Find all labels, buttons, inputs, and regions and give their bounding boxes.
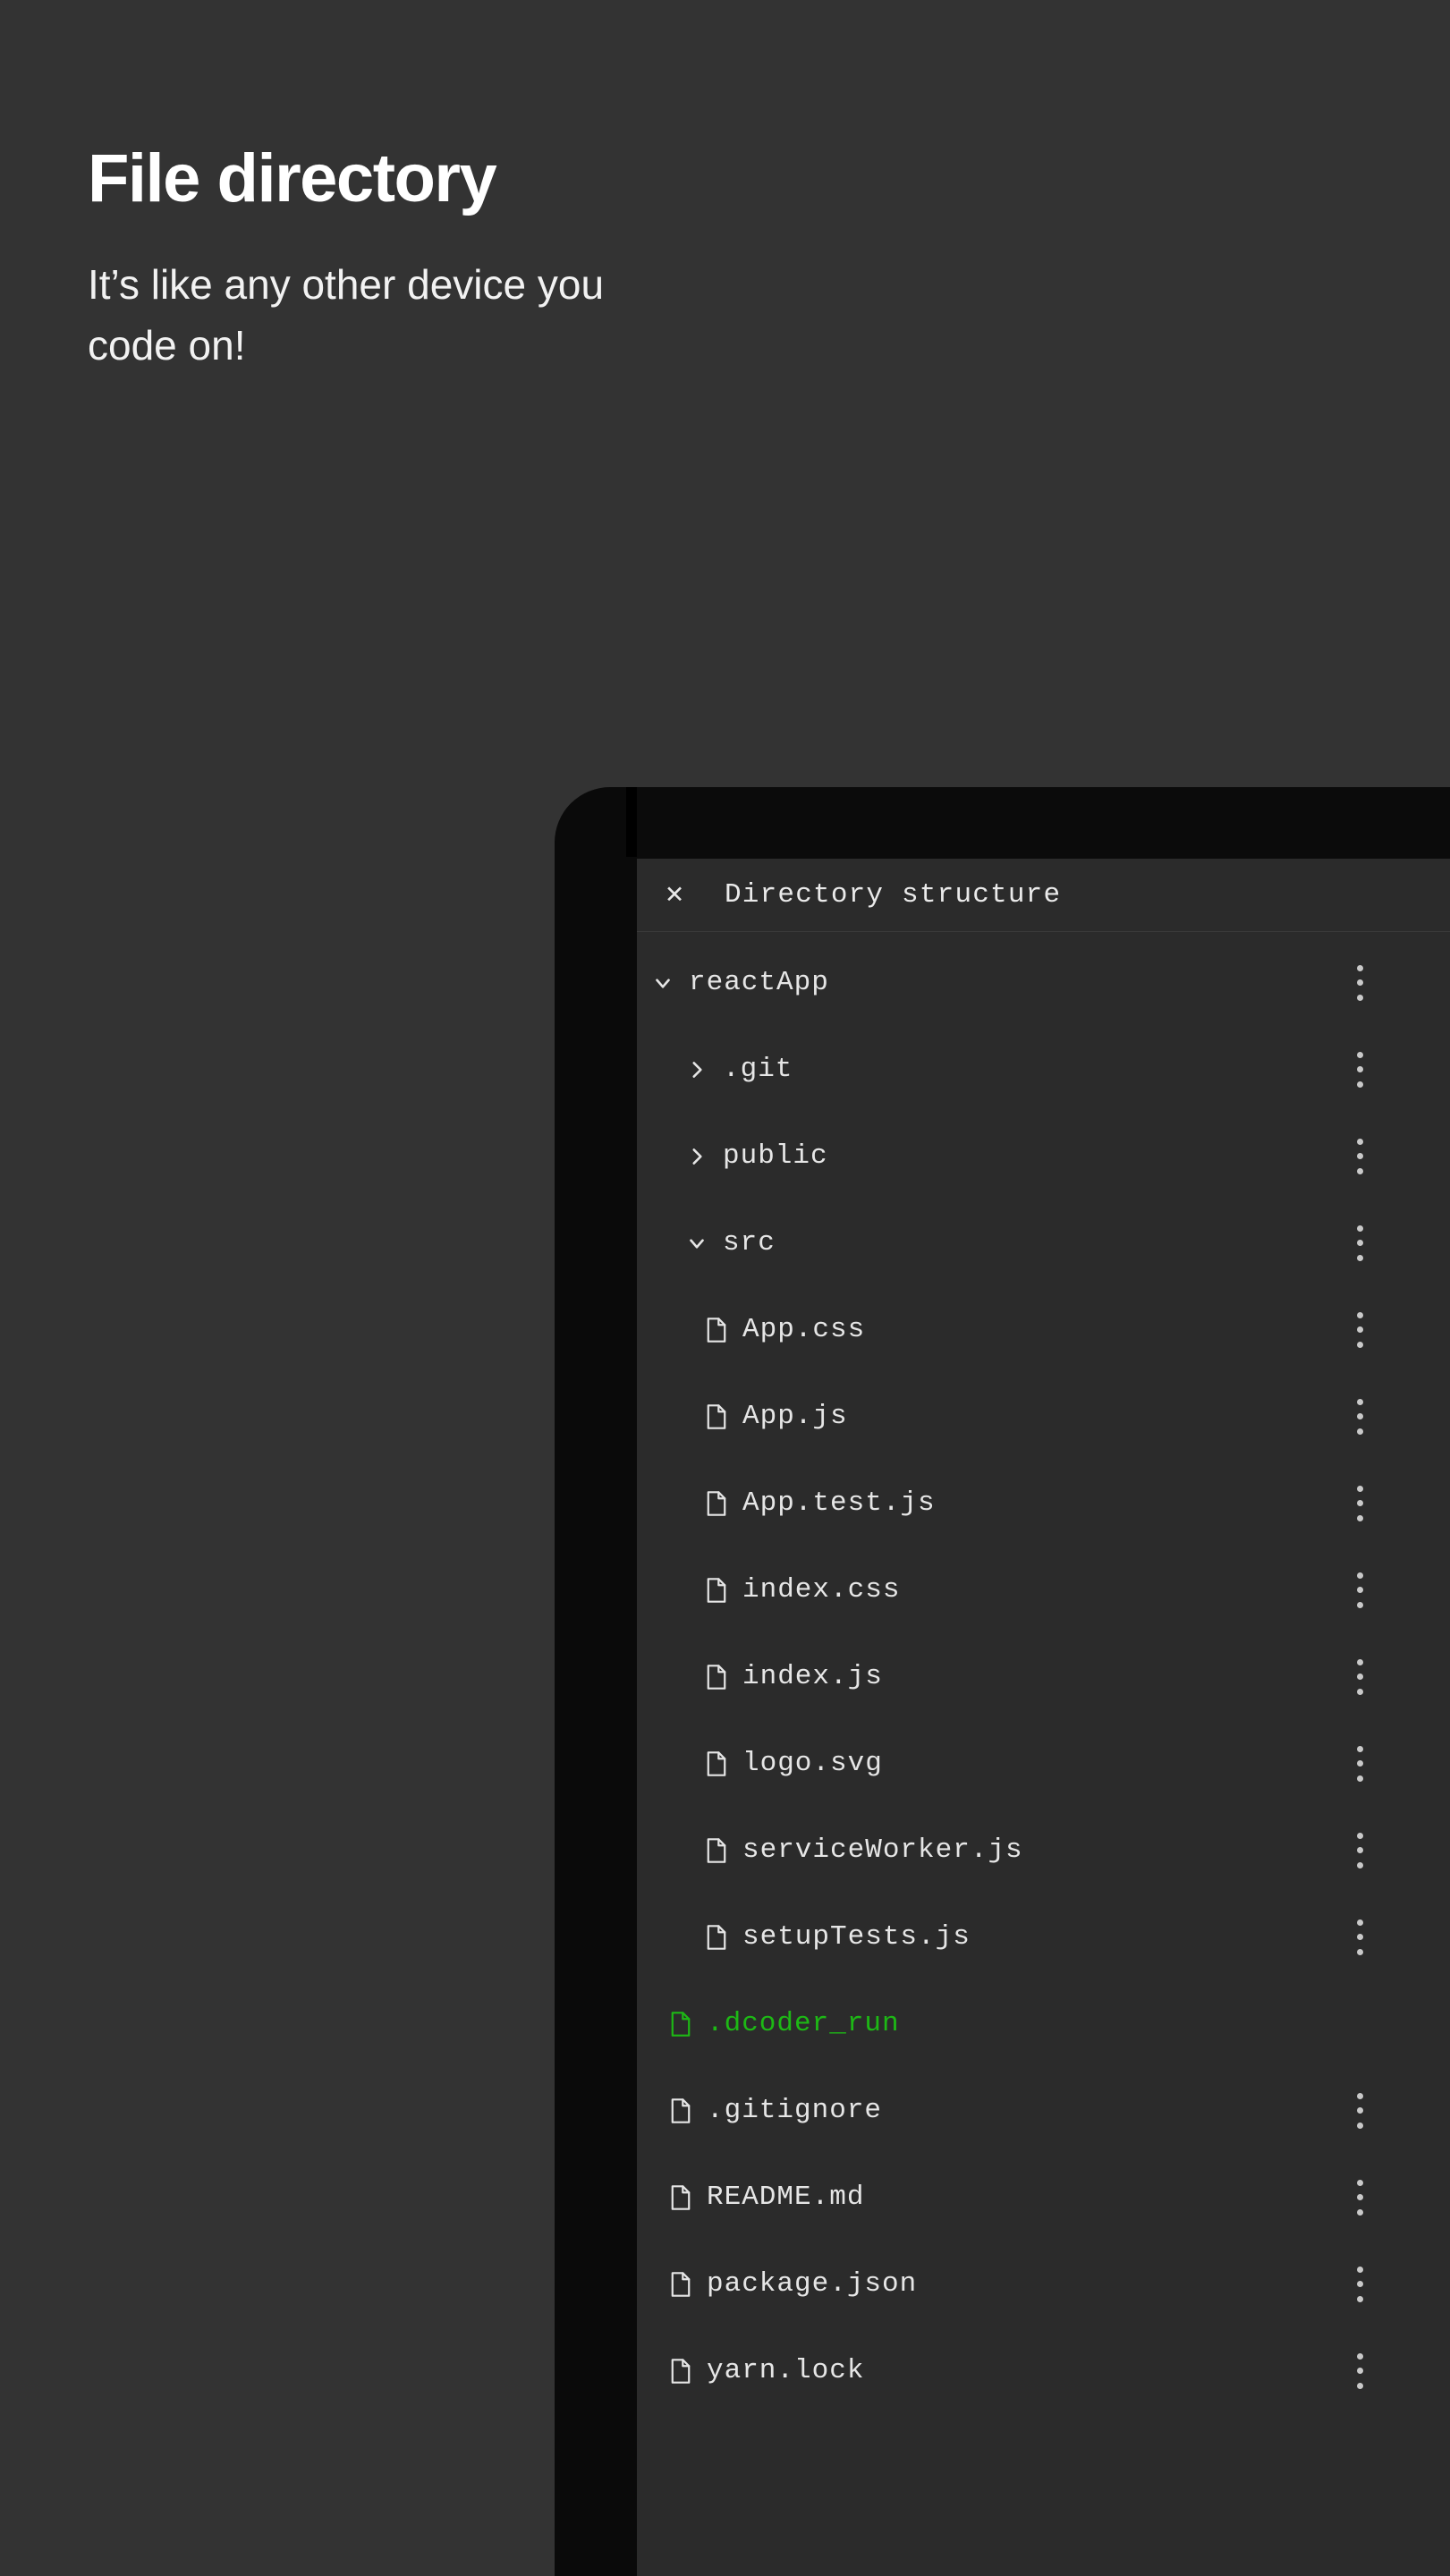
overflow-menu-icon[interactable] bbox=[1346, 1309, 1373, 1351]
tree-item-label: App.css bbox=[742, 1314, 866, 1345]
overflow-menu-icon[interactable] bbox=[1346, 1396, 1373, 1437]
tree-item-label: App.js bbox=[742, 1401, 848, 1432]
tree-file-row[interactable]: App.test.js bbox=[637, 1460, 1450, 1546]
overflow-menu-icon[interactable] bbox=[1346, 1570, 1373, 1611]
overflow-menu-icon[interactable] bbox=[1346, 1657, 1373, 1698]
file-icon bbox=[703, 1490, 730, 1517]
file-icon bbox=[667, 2097, 694, 2124]
tree-item-label: public bbox=[723, 1140, 828, 1172]
overflow-menu-icon[interactable] bbox=[1346, 962, 1373, 1004]
tree-file-row[interactable]: yarn.lock bbox=[637, 2327, 1450, 2414]
file-tree: reactApp .git public src App.css App.js App.te… bbox=[637, 932, 1450, 2414]
tree-folder-row[interactable]: reactApp bbox=[637, 939, 1450, 1026]
dialog-header: ✕ Directory structure bbox=[637, 859, 1450, 932]
file-icon bbox=[703, 1577, 730, 1604]
overflow-menu-icon[interactable] bbox=[1346, 1223, 1373, 1264]
file-icon bbox=[703, 1750, 730, 1777]
overflow-menu-icon[interactable] bbox=[1346, 1483, 1373, 1524]
tree-file-row[interactable]: .gitignore bbox=[637, 2067, 1450, 2154]
tree-item-label: .gitignore bbox=[707, 2095, 883, 2126]
tree-file-row[interactable]: package.json bbox=[637, 2241, 1450, 2327]
tree-folder-row[interactable]: .git bbox=[637, 1026, 1450, 1113]
file-icon bbox=[703, 1664, 730, 1690]
tree-item-label: App.test.js bbox=[742, 1487, 936, 1519]
tree-file-row[interactable]: App.js bbox=[637, 1373, 1450, 1460]
tree-item-label: reactApp bbox=[689, 967, 829, 998]
chevron-right-icon[interactable] bbox=[683, 1058, 710, 1081]
chevron-right-icon[interactable] bbox=[683, 1145, 710, 1168]
tree-file-row[interactable]: serviceWorker.js bbox=[637, 1807, 1450, 1894]
overflow-menu-icon[interactable] bbox=[1346, 1049, 1373, 1090]
tree-item-label: src bbox=[723, 1227, 776, 1258]
page-title: File directory bbox=[88, 140, 497, 216]
overflow-menu-icon[interactable] bbox=[1346, 2090, 1373, 2131]
chevron-down-icon[interactable] bbox=[683, 1232, 710, 1255]
overflow-menu-icon[interactable] bbox=[1346, 2351, 1373, 2392]
tree-folder-row[interactable]: public bbox=[637, 1113, 1450, 1199]
file-icon bbox=[667, 2358, 694, 2385]
tree-item-label: index.js bbox=[742, 1661, 883, 1692]
page-subtitle: It’s like any other device you code on! bbox=[88, 260, 605, 369]
tree-item-label: .git bbox=[723, 1054, 793, 1085]
file-icon bbox=[667, 2184, 694, 2211]
file-icon bbox=[703, 1837, 730, 1864]
overflow-menu-icon[interactable] bbox=[1346, 1136, 1373, 1177]
file-icon bbox=[703, 1403, 730, 1430]
file-icon bbox=[703, 1924, 730, 1951]
chevron-down-icon[interactable] bbox=[649, 971, 676, 995]
tree-item-label: serviceWorker.js bbox=[742, 1835, 1023, 1866]
close-icon[interactable]: ✕ bbox=[637, 880, 712, 910]
tree-file-row[interactable]: App.css bbox=[637, 1286, 1450, 1373]
file-icon bbox=[667, 2271, 694, 2298]
tree-file-row[interactable]: index.css bbox=[637, 1546, 1450, 1633]
file-icon bbox=[667, 2011, 694, 2038]
tree-item-label: package.json bbox=[707, 2268, 918, 2300]
tree-item-label: yarn.lock bbox=[707, 2355, 865, 2386]
tree-file-row[interactable]: README.md bbox=[637, 2154, 1450, 2241]
tree-item-label: .dcoder_run bbox=[707, 2008, 900, 2039]
promo-block: File directory It’s like any other devic… bbox=[88, 143, 732, 376]
dialog-title: Directory structure bbox=[725, 879, 1062, 911]
overflow-menu-icon[interactable] bbox=[1346, 1743, 1373, 1784]
tree-item-label: README.md bbox=[707, 2182, 865, 2213]
file-icon bbox=[703, 1317, 730, 1343]
tree-file-row[interactable]: .dcoder_run bbox=[637, 1980, 1450, 2067]
tree-file-row[interactable]: index.js bbox=[637, 1633, 1450, 1720]
overflow-menu-icon[interactable] bbox=[1346, 2177, 1373, 2218]
tree-item-label: index.css bbox=[742, 1574, 901, 1606]
overflow-menu-icon[interactable] bbox=[1346, 2264, 1373, 2305]
overflow-menu-icon[interactable] bbox=[1346, 1917, 1373, 1958]
directory-structure-dialog: ✕ Directory structure reactApp .git public… bbox=[637, 859, 1450, 2576]
overflow-menu-icon[interactable] bbox=[1346, 1830, 1373, 1871]
tree-file-row[interactable]: logo.svg bbox=[637, 1720, 1450, 1807]
tree-file-row[interactable]: setupTests.js bbox=[637, 1894, 1450, 1980]
tree-item-label: setupTests.js bbox=[742, 1921, 971, 1953]
tree-folder-row[interactable]: src bbox=[637, 1199, 1450, 1286]
tree-item-label: logo.svg bbox=[742, 1748, 883, 1779]
